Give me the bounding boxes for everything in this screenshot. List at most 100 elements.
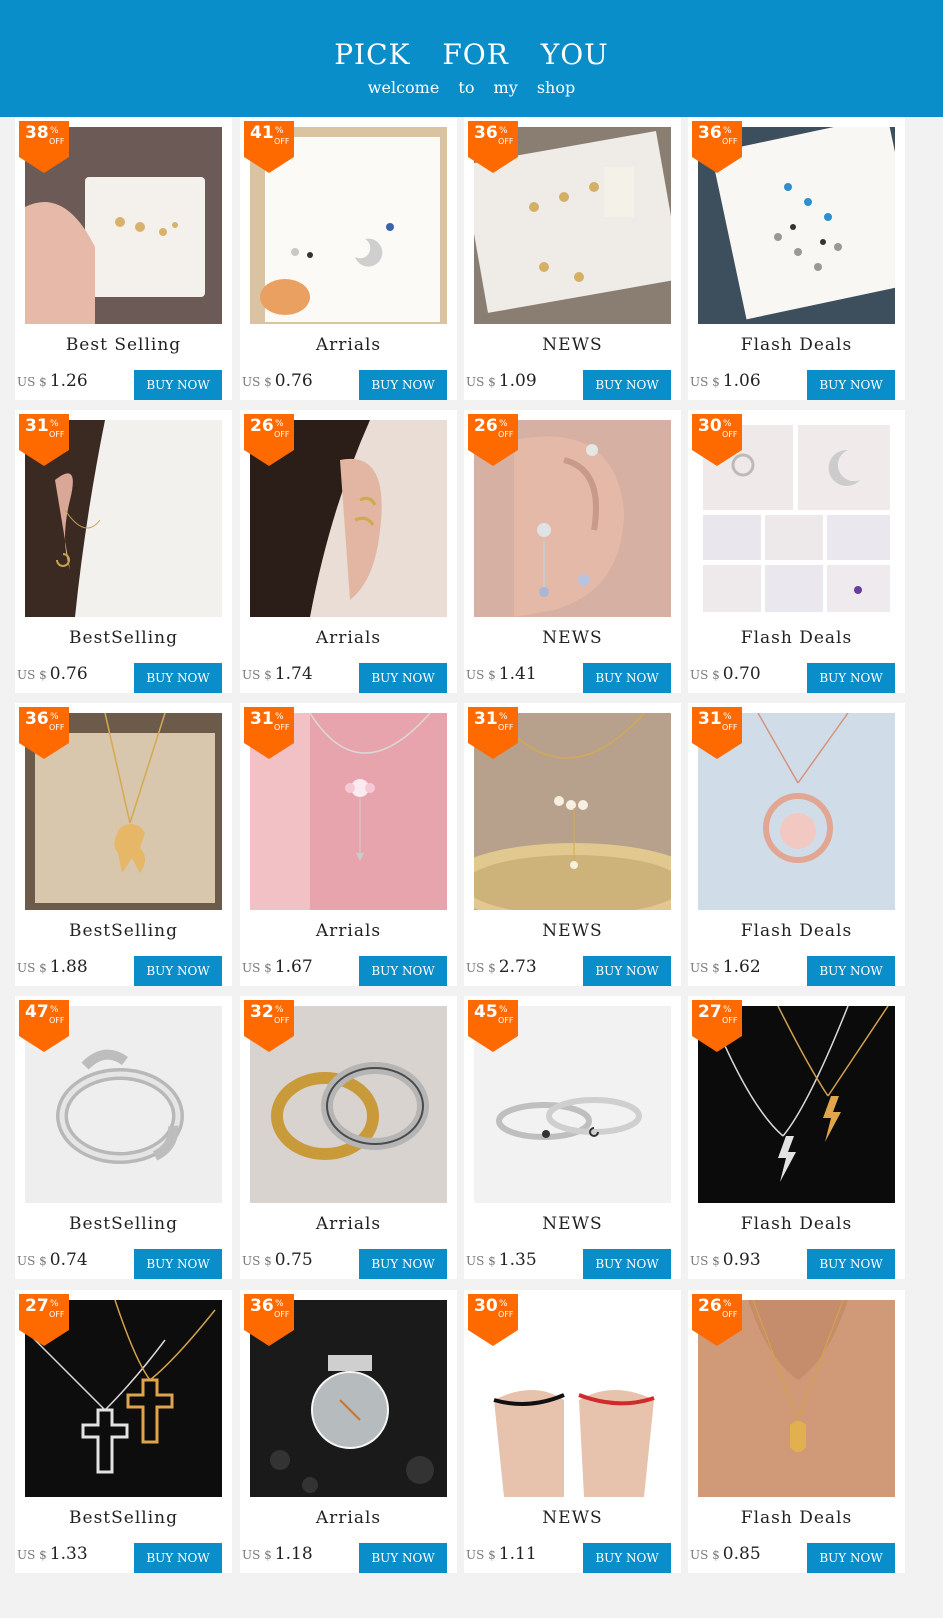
discount-value: 36 [250, 1296, 274, 1316]
buy-now-button[interactable]: BUY NOW [359, 1249, 447, 1279]
buy-now-button[interactable]: BUY NOW [134, 1249, 222, 1279]
product-price: US $1.11 [466, 1544, 537, 1564]
price-value: 0.93 [722, 1250, 761, 1270]
discount-badge: 31% OFF [468, 707, 518, 759]
product-card[interactable]: 31% OFF Flash Deals US $1.62 BUY NOW [688, 703, 905, 986]
product-category[interactable]: Flash Deals [688, 628, 905, 648]
product-category[interactable]: Arrials [240, 1508, 457, 1528]
product-category[interactable]: BestSelling [15, 921, 232, 941]
product-category[interactable]: BestSelling [15, 1508, 232, 1528]
product-card[interactable]: 31% OFF NEWS US $2.73 BUY NOW [464, 703, 681, 986]
buy-now-button[interactable]: BUY NOW [807, 663, 895, 693]
currency-label: US $ [690, 1254, 720, 1268]
product-category[interactable]: NEWS [464, 1508, 681, 1528]
buy-now-button[interactable]: BUY NOW [134, 1543, 222, 1573]
product-card[interactable]: 31% OFF Arrials US $1.67 BUY NOW [240, 703, 457, 986]
currency-label: US $ [466, 375, 496, 389]
product-card[interactable]: 27% OFF BestSelling US $1.33 BUY NOW [15, 1290, 232, 1573]
price-value: 1.26 [49, 371, 88, 391]
off-label: OFF [49, 137, 65, 146]
buy-now-button[interactable]: BUY NOW [583, 1249, 671, 1279]
product-card[interactable]: 41% OFF Arrials US $0.76 BUY NOW [240, 117, 457, 400]
discount-badge: 32% OFF [244, 1000, 294, 1052]
percent-sign: % [275, 126, 284, 136]
product-card[interactable]: 36% OFF NEWS US $1.09 BUY NOW [464, 117, 681, 400]
buy-now-button[interactable]: BUY NOW [359, 663, 447, 693]
product-card[interactable]: 38% OFF Best Selling US $1.26 BUY NOW [15, 117, 232, 400]
product-card[interactable]: 45% OFF NEWS US $1.35 BUY NOW [464, 996, 681, 1279]
product-card[interactable]: 47% OFF BestSelling US $0.74 BUY NOW [15, 996, 232, 1279]
price-value: 1.88 [49, 957, 88, 977]
product-card[interactable]: 36% OFF BestSelling US $1.88 BUY NOW [15, 703, 232, 986]
product-card[interactable]: 30% OFF NEWS US $1.11 BUY NOW [464, 1290, 681, 1573]
buy-now-button[interactable]: BUY NOW [583, 663, 671, 693]
off-label: OFF [722, 723, 738, 732]
off-label: OFF [274, 723, 290, 732]
product-price: US $1.74 [242, 664, 313, 684]
product-card[interactable]: 32% OFF Arrials US $0.75 BUY NOW [240, 996, 457, 1279]
product-category[interactable]: Best Selling [15, 335, 232, 355]
product-card[interactable]: 26% OFF Arrials US $1.74 BUY NOW [240, 410, 457, 693]
product-card[interactable]: 30% OFF Flash Deals US $0.70 BUY NOW [688, 410, 905, 693]
buy-now-button[interactable]: BUY NOW [134, 956, 222, 986]
buy-now-button[interactable]: BUY NOW [807, 956, 895, 986]
product-price: US $0.93 [690, 1250, 761, 1270]
price-value: 1.09 [498, 371, 537, 391]
buy-now-button[interactable]: BUY NOW [134, 663, 222, 693]
product-category[interactable]: BestSelling [15, 1214, 232, 1234]
discount-badge: 31% OFF [19, 414, 69, 466]
product-category[interactable]: NEWS [464, 1214, 681, 1234]
product-card[interactable]: 36% OFF Flash Deals US $1.06 BUY NOW [688, 117, 905, 400]
price-value: 1.11 [498, 1544, 537, 1564]
currency-label: US $ [466, 1254, 496, 1268]
product-category[interactable]: Arrials [240, 1214, 457, 1234]
discount-value: 36 [25, 709, 49, 729]
product-category[interactable]: Arrials [240, 335, 457, 355]
product-price: US $0.70 [690, 664, 761, 684]
price-value: 1.18 [274, 1544, 313, 1564]
product-category[interactable]: NEWS [464, 628, 681, 648]
buy-now-button[interactable]: BUY NOW [807, 370, 895, 400]
off-label: OFF [49, 1310, 65, 1319]
discount-badge: 31% OFF [244, 707, 294, 759]
product-card[interactable]: 27% OFF Flash Deals US $0.93 BUY NOW [688, 996, 905, 1279]
percent-sign: % [723, 1005, 732, 1015]
product-price: US $1.41 [466, 664, 537, 684]
price-value: 1.67 [274, 957, 313, 977]
product-category[interactable]: Flash Deals [688, 335, 905, 355]
buy-now-button[interactable]: BUY NOW [359, 370, 447, 400]
product-card[interactable]: 31% OFF BestSelling US $0.76 BUY NOW [15, 410, 232, 693]
currency-label: US $ [466, 668, 496, 682]
product-price: US $1.35 [466, 1250, 537, 1270]
product-category[interactable]: NEWS [464, 335, 681, 355]
discount-value: 36 [474, 123, 498, 143]
product-price: US $2.73 [466, 957, 537, 977]
off-label: OFF [49, 1016, 65, 1025]
product-category[interactable]: BestSelling [15, 628, 232, 648]
product-category[interactable]: NEWS [464, 921, 681, 941]
buy-now-button[interactable]: BUY NOW [583, 370, 671, 400]
currency-label: US $ [466, 961, 496, 975]
percent-sign: % [275, 1299, 284, 1309]
percent-sign: % [499, 1005, 508, 1015]
product-category[interactable]: Arrials [240, 628, 457, 648]
product-category[interactable]: Arrials [240, 921, 457, 941]
product-category[interactable]: Flash Deals [688, 1214, 905, 1234]
buy-now-button[interactable]: BUY NOW [807, 1249, 895, 1279]
currency-label: US $ [242, 1254, 272, 1268]
product-card[interactable]: 36% OFF Arrials US $1.18 BUY NOW [240, 1290, 457, 1573]
buy-now-button[interactable]: BUY NOW [583, 956, 671, 986]
product-card[interactable]: 26% OFF Flash Deals US $0.85 BUY NOW [688, 1290, 905, 1573]
product-price: US $1.88 [17, 957, 88, 977]
buy-now-button[interactable]: BUY NOW [359, 1543, 447, 1573]
buy-now-button[interactable]: BUY NOW [583, 1543, 671, 1573]
buy-now-button[interactable]: BUY NOW [134, 370, 222, 400]
buy-now-button[interactable]: BUY NOW [359, 956, 447, 986]
product-card[interactable]: 26% OFF NEWS US $1.41 BUY NOW [464, 410, 681, 693]
buy-now-button[interactable]: BUY NOW [807, 1543, 895, 1573]
discount-badge: 26% OFF [692, 1294, 742, 1346]
discount-value: 26 [474, 416, 498, 436]
discount-badge: 27% OFF [19, 1294, 69, 1346]
product-category[interactable]: Flash Deals [688, 921, 905, 941]
product-category[interactable]: Flash Deals [688, 1508, 905, 1528]
